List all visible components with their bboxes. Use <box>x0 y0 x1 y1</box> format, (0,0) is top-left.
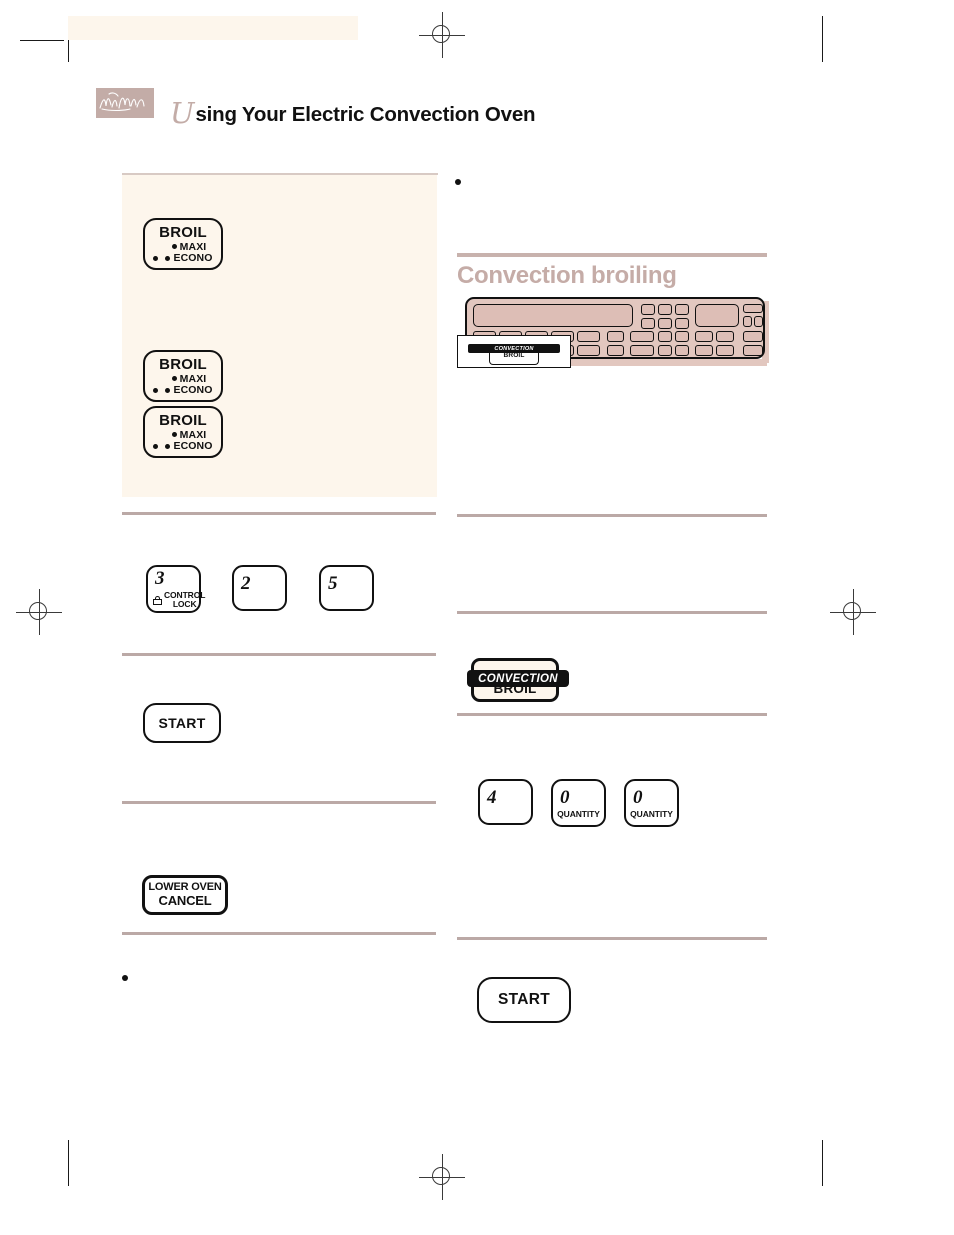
left-rule-2 <box>122 653 436 656</box>
whirlpool-script-logo <box>96 88 154 118</box>
broil-button-3-maxi-label: MAXI <box>179 428 207 441</box>
page-title: Using Your Electric Convection Oven <box>170 96 536 130</box>
quantity-key-1-sublabel: QUANTITY <box>557 808 600 819</box>
broil-button-2-maxi-indicator <box>160 376 177 382</box>
broil-button-2-econo-label: ECONO <box>173 384 213 396</box>
callout-broil-label: BROIL <box>503 352 525 359</box>
broil-button-3-econo-indicator <box>153 443 171 449</box>
registration-mark-bottom <box>419 1154 465 1200</box>
number-key-5[interactable]: 5 <box>319 565 374 611</box>
number-key-2-digit: 2 <box>241 573 251 594</box>
left-rule-4 <box>122 932 436 935</box>
number-key-3-sublabel: CONTROL LOCK <box>153 591 205 608</box>
broil-button-2-maxi-label: MAXI <box>179 372 207 385</box>
convection-broil-callout: BROIL CONVECTION <box>457 335 571 368</box>
broil-button-1-econo-indicator <box>153 255 171 261</box>
lower-oven-cancel-button[interactable]: LOWER OVEN CANCEL <box>142 875 228 915</box>
broil-button-2-econo-indicator <box>153 387 171 393</box>
number-key-3-sub-line2: LOCK <box>172 599 197 609</box>
section-heading-top-rule <box>457 253 767 257</box>
broil-button-1-maxi-row: MAXI <box>160 240 207 253</box>
page-title-text: sing Your Electric Convection Oven <box>195 103 536 126</box>
number-key-4-digit: 4 <box>487 787 497 808</box>
start-button-right-label: START <box>497 991 550 1008</box>
broil-button-2-title: BROIL <box>159 355 207 373</box>
right-rule-4 <box>457 937 767 940</box>
right-rule-1 <box>457 514 767 517</box>
broil-button-3-title: BROIL <box>159 411 207 429</box>
oven-control-panel-diagram: BROIL CONVECTION <box>457 297 769 369</box>
number-key-5-digit: 5 <box>328 573 338 594</box>
broil-button-3-maxi-row: MAXI <box>160 428 207 441</box>
number-key-4[interactable]: 4 <box>478 779 533 825</box>
convection-broil-button[interactable]: BROIL CONVECTION <box>467 658 569 702</box>
broil-button-3-econo-row: ECONO <box>153 441 212 452</box>
convection-broil-bar: CONVECTION <box>467 670 569 687</box>
broil-button-2[interactable]: BROIL MAXI ECONO <box>143 350 223 402</box>
broil-button-1-title: BROIL <box>159 223 207 241</box>
broil-button-3-econo-label: ECONO <box>173 440 213 452</box>
header-beige-bar <box>68 16 358 40</box>
quantity-key-1[interactable]: 0 QUANTITY <box>551 779 606 827</box>
callout-convection-label: CONVECTION <box>494 345 534 352</box>
right-rule-3 <box>457 713 767 716</box>
number-key-3[interactable]: 3 CONTROL LOCK <box>146 565 205 613</box>
registration-mark-left <box>16 589 62 635</box>
quantity-key-1-digit: 0 <box>560 786 570 808</box>
convection-bar-label: CONVECTION <box>478 672 558 685</box>
left-rule-3 <box>122 801 436 804</box>
left-rule-1 <box>122 512 436 515</box>
broil-button-1-maxi-indicator <box>160 244 177 250</box>
callout-broil-button: BROIL <box>489 352 539 365</box>
crop-mark-left-bottom <box>68 1140 69 1186</box>
broil-button-1-maxi-label: MAXI <box>179 240 207 253</box>
right-rule-2 <box>457 611 767 614</box>
registration-mark-top <box>419 12 465 58</box>
quantity-key-2-digit: 0 <box>633 786 643 808</box>
quantity-key-2[interactable]: 0 QUANTITY <box>624 779 679 827</box>
broil-button-1-econo-label: ECONO <box>173 252 213 264</box>
section-heading: Convection broiling <box>457 262 677 289</box>
quantity-key-2-sublabel: QUANTITY <box>630 808 673 819</box>
registration-mark-right <box>830 589 876 635</box>
broil-button-2-maxi-row: MAXI <box>160 372 207 385</box>
crop-mark-right-top <box>822 16 823 62</box>
lock-icon <box>153 595 162 605</box>
crop-mark-right-bottom <box>822 1140 823 1186</box>
number-key-3-digit: 3 <box>155 568 165 590</box>
start-button-left-label: START <box>158 715 206 731</box>
start-button-left[interactable]: START <box>143 703 221 743</box>
lower-oven-cancel-line2: CANCEL <box>158 892 212 908</box>
broil-button-1[interactable]: BROIL MAXI ECONO <box>143 218 223 270</box>
page-title-dropcap: U <box>170 96 195 130</box>
left-panel-top-rule <box>122 173 438 175</box>
broil-button-2-econo-row: ECONO <box>153 385 212 396</box>
broil-button-3-maxi-indicator <box>160 432 177 438</box>
broil-button-1-econo-row: ECONO <box>153 253 212 264</box>
broil-button-3[interactable]: BROIL MAXI ECONO <box>143 406 223 458</box>
right-bullet-point <box>455 179 461 185</box>
start-button-right[interactable]: START <box>477 977 571 1023</box>
number-key-2[interactable]: 2 <box>232 565 287 611</box>
left-bullet-point <box>122 975 128 981</box>
crop-mark-left-top-h <box>20 40 64 41</box>
callout-convection-bar: CONVECTION <box>468 344 560 353</box>
